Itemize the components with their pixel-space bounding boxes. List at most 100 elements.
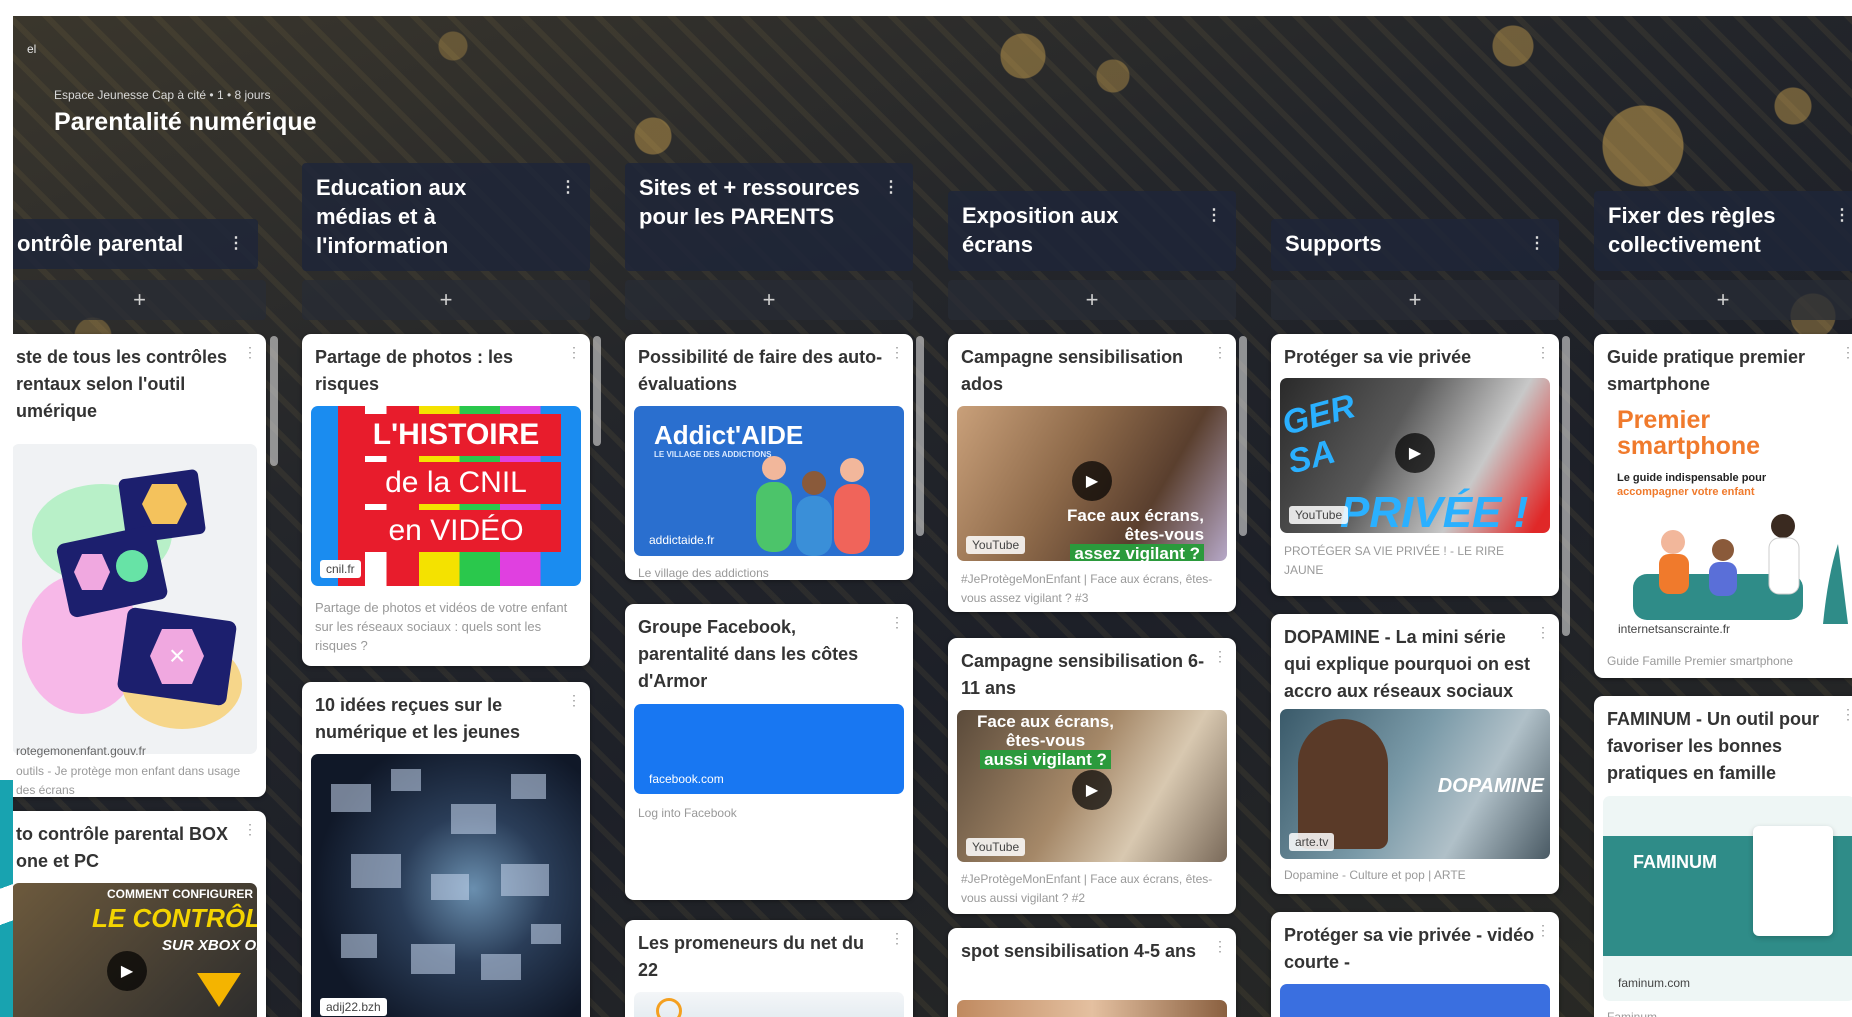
add-post-button[interactable]: + <box>1271 280 1559 320</box>
plus-icon: + <box>762 287 776 312</box>
post-description: #JeProtègeMonEnfant | Face aux écrans, ê… <box>961 572 1213 605</box>
post-card[interactable]: Protéger sa vie privée ⋮ GER SA PRIVÉE !… <box>1271 334 1559 596</box>
post-title: Campagne sensibilisation ados <box>961 347 1184 394</box>
thumbnail-text: SUR XBOX ON <box>162 937 257 954</box>
add-post-button[interactable]: + <box>1594 280 1852 320</box>
column-menu-icon[interactable]: ⋮ <box>1834 201 1850 230</box>
column-header-controle-parental[interactable]: ontrôle parental ⋮ <box>13 219 258 269</box>
post-menu-icon[interactable]: ⋮ <box>243 821 257 838</box>
post-source: cnil.fr <box>320 560 361 578</box>
column-header-exposition-ecrans[interactable]: Exposition aux écrans ⋮ <box>948 191 1236 271</box>
post-card[interactable]: Les promeneurs du net du 22 ⋮ <box>625 920 913 1017</box>
post-thumbnail[interactable]: × <box>13 444 257 754</box>
column-menu-icon[interactable]: ⋮ <box>228 229 244 258</box>
corner-label: el <box>27 42 37 56</box>
post-thumbnail[interactable] <box>634 992 904 1017</box>
add-post-button[interactable]: + <box>13 280 266 320</box>
play-icon[interactable]: ▶ <box>107 951 147 991</box>
post-source: addictaide.fr <box>649 533 715 547</box>
post-card[interactable]: 10 idées reçues sur le numérique et les … <box>302 682 590 1017</box>
padlet-board: el Espace Jeunesse Cap à cité • 1 • 8 jo… <box>13 16 1852 1017</box>
column-title: Exposition aux écrans <box>962 203 1119 257</box>
arrow-icon <box>197 973 241 1007</box>
thumbnail-text: de la CNIL <box>351 462 561 504</box>
post-menu-icon[interactable]: ⋮ <box>890 930 904 947</box>
thumbnail-text: FAMINUM <box>1633 852 1717 872</box>
column-header-supports[interactable]: Supports ⋮ <box>1271 219 1559 271</box>
post-menu-icon[interactable]: ⋮ <box>890 614 904 631</box>
post-description: outils - Je protège mon enfant dans usag… <box>16 764 241 797</box>
thumbnail-text: assez vigilant ? <box>1070 544 1205 561</box>
post-title: FAMINUM - Un outil pour favoriser les bo… <box>1607 709 1819 783</box>
post-card[interactable]: FAMINUM - Un outil pour favoriser les bo… <box>1594 696 1852 1017</box>
column-menu-icon[interactable]: ⋮ <box>883 173 899 202</box>
post-thumbnail[interactable]: Addict'AIDE LE VILLAGE DES ADDICTIONS ad… <box>634 406 904 556</box>
column-scrollbar[interactable] <box>1239 336 1247 536</box>
post-thumbnail[interactable] <box>957 1000 1227 1017</box>
post-card[interactable]: Campagne sensibilisation ados ⋮ ▶ Face a… <box>948 334 1236 612</box>
post-menu-icon[interactable]: ⋮ <box>1536 344 1550 361</box>
thumbnail-text: L'HISTOIRE <box>351 414 561 456</box>
family-sofa-illustration <box>1633 514 1848 624</box>
play-icon[interactable]: ▶ <box>1072 770 1112 810</box>
column-menu-icon[interactable]: ⋮ <box>560 173 576 202</box>
post-menu-icon[interactable]: ⋮ <box>1536 624 1550 641</box>
post-card[interactable]: Protéger sa vie privée - vidéo courte - … <box>1271 912 1559 1017</box>
post-thumbnail[interactable]: FAMINUM faminum.com <box>1603 796 1852 1001</box>
post-menu-icon[interactable]: ⋮ <box>1841 344 1852 361</box>
column-scrollbar[interactable] <box>593 336 601 446</box>
post-thumbnail[interactable]: DOPAMINE arte.tv <box>1280 709 1550 859</box>
thumbnail-text: LE CONTRÔLE PAR <box>92 903 257 933</box>
column-menu-icon[interactable]: ⋮ <box>1529 229 1545 258</box>
post-menu-icon[interactable]: ⋮ <box>1213 344 1227 361</box>
post-menu-icon[interactable]: ⋮ <box>1841 706 1852 723</box>
post-menu-icon[interactable]: ⋮ <box>890 344 904 361</box>
column-header-sites-parents[interactable]: Sites et + ressources pour les PARENTS ⋮ <box>625 163 913 271</box>
column-scrollbar[interactable] <box>916 336 924 536</box>
thumbnail-text: smartphone <box>1617 432 1761 460</box>
post-thumbnail[interactable]: ▶ Face aux écrans, êtes-vous assez vigil… <box>957 406 1227 561</box>
add-post-button[interactable]: + <box>302 280 590 320</box>
column-scrollbar[interactable] <box>1562 336 1570 636</box>
post-source: adij22.bzh <box>320 998 387 1016</box>
add-post-button[interactable]: + <box>625 280 913 320</box>
post-menu-icon[interactable]: ⋮ <box>1213 648 1227 665</box>
post-card[interactable]: Possibilité de faire des auto-évaluation… <box>625 334 913 580</box>
post-card[interactable]: Groupe Facebook, parentalité dans les cô… <box>625 604 913 900</box>
post-thumbnail[interactable] <box>1280 984 1550 1017</box>
post-menu-icon[interactable]: ⋮ <box>567 692 581 709</box>
column-header-fixer-regles[interactable]: Fixer des règles collectivement ⋮ <box>1594 191 1852 271</box>
post-thumbnail[interactable]: GER SA PRIVÉE ! ▶ YouTube <box>1280 378 1550 533</box>
post-card[interactable]: Partage de photos : les risques ⋮ L'HIST… <box>302 334 590 666</box>
post-menu-icon[interactable]: ⋮ <box>1536 922 1550 939</box>
post-source: arte.tv <box>1289 833 1335 851</box>
post-thumbnail[interactable]: adij22.bzh <box>311 754 581 1017</box>
post-thumbnail[interactable]: L'HISTOIRE de la CNIL en VIDÉO cnil.fr <box>311 406 581 586</box>
post-menu-icon[interactable]: ⋮ <box>1213 938 1227 955</box>
post-card[interactable]: Guide pratique premier smartphone ⋮ Prem… <box>1594 334 1852 678</box>
column-header-education-medias[interactable]: Education aux médias et à l'information … <box>302 163 590 271</box>
thumbnail-text: aussi vigilant ? <box>980 750 1111 769</box>
post-card[interactable]: to contrôle parental BOX one et PC ⋮ COM… <box>13 811 266 1017</box>
post-thumbnail[interactable]: Face aux écrans, êtes-vous aussi vigilan… <box>957 710 1227 862</box>
plus-icon: + <box>1085 287 1099 312</box>
post-card[interactable]: ste de tous les contrôles rentaux selon … <box>13 334 266 797</box>
post-thumbnail[interactable]: facebook.com <box>634 704 904 794</box>
add-post-button[interactable]: + <box>948 280 1236 320</box>
post-source: internetsanscrainte.fr <box>1618 622 1731 636</box>
post-card[interactable]: spot sensibilisation 4-5 ans ⋮ <box>948 928 1236 1017</box>
post-thumbnail[interactable]: Premier smartphone Le guide indispensabl… <box>1603 406 1852 646</box>
play-icon[interactable]: ▶ <box>1395 433 1435 473</box>
post-title: Groupe Facebook, parentalité dans les cô… <box>638 617 859 691</box>
thumbnail-text: DOPAMINE <box>1437 775 1544 797</box>
column-scrollbar[interactable] <box>270 336 278 466</box>
post-card[interactable]: DOPAMINE - La mini série qui explique po… <box>1271 614 1559 894</box>
post-card[interactable]: Campagne sensibilisation 6-11 ans ⋮ Face… <box>948 638 1236 914</box>
play-icon[interactable]: ▶ <box>1072 461 1112 501</box>
column-menu-icon[interactable]: ⋮ <box>1206 201 1222 230</box>
people-illustration <box>756 456 870 556</box>
column-title: Education aux médias et à l'information <box>316 175 467 258</box>
post-menu-icon[interactable]: ⋮ <box>567 344 581 361</box>
post-thumbnail[interactable]: COMMENT CONFIGURER LE CONTRÔLE PAR SUR X… <box>13 883 257 1017</box>
post-menu-icon[interactable]: ⋮ <box>243 344 257 361</box>
